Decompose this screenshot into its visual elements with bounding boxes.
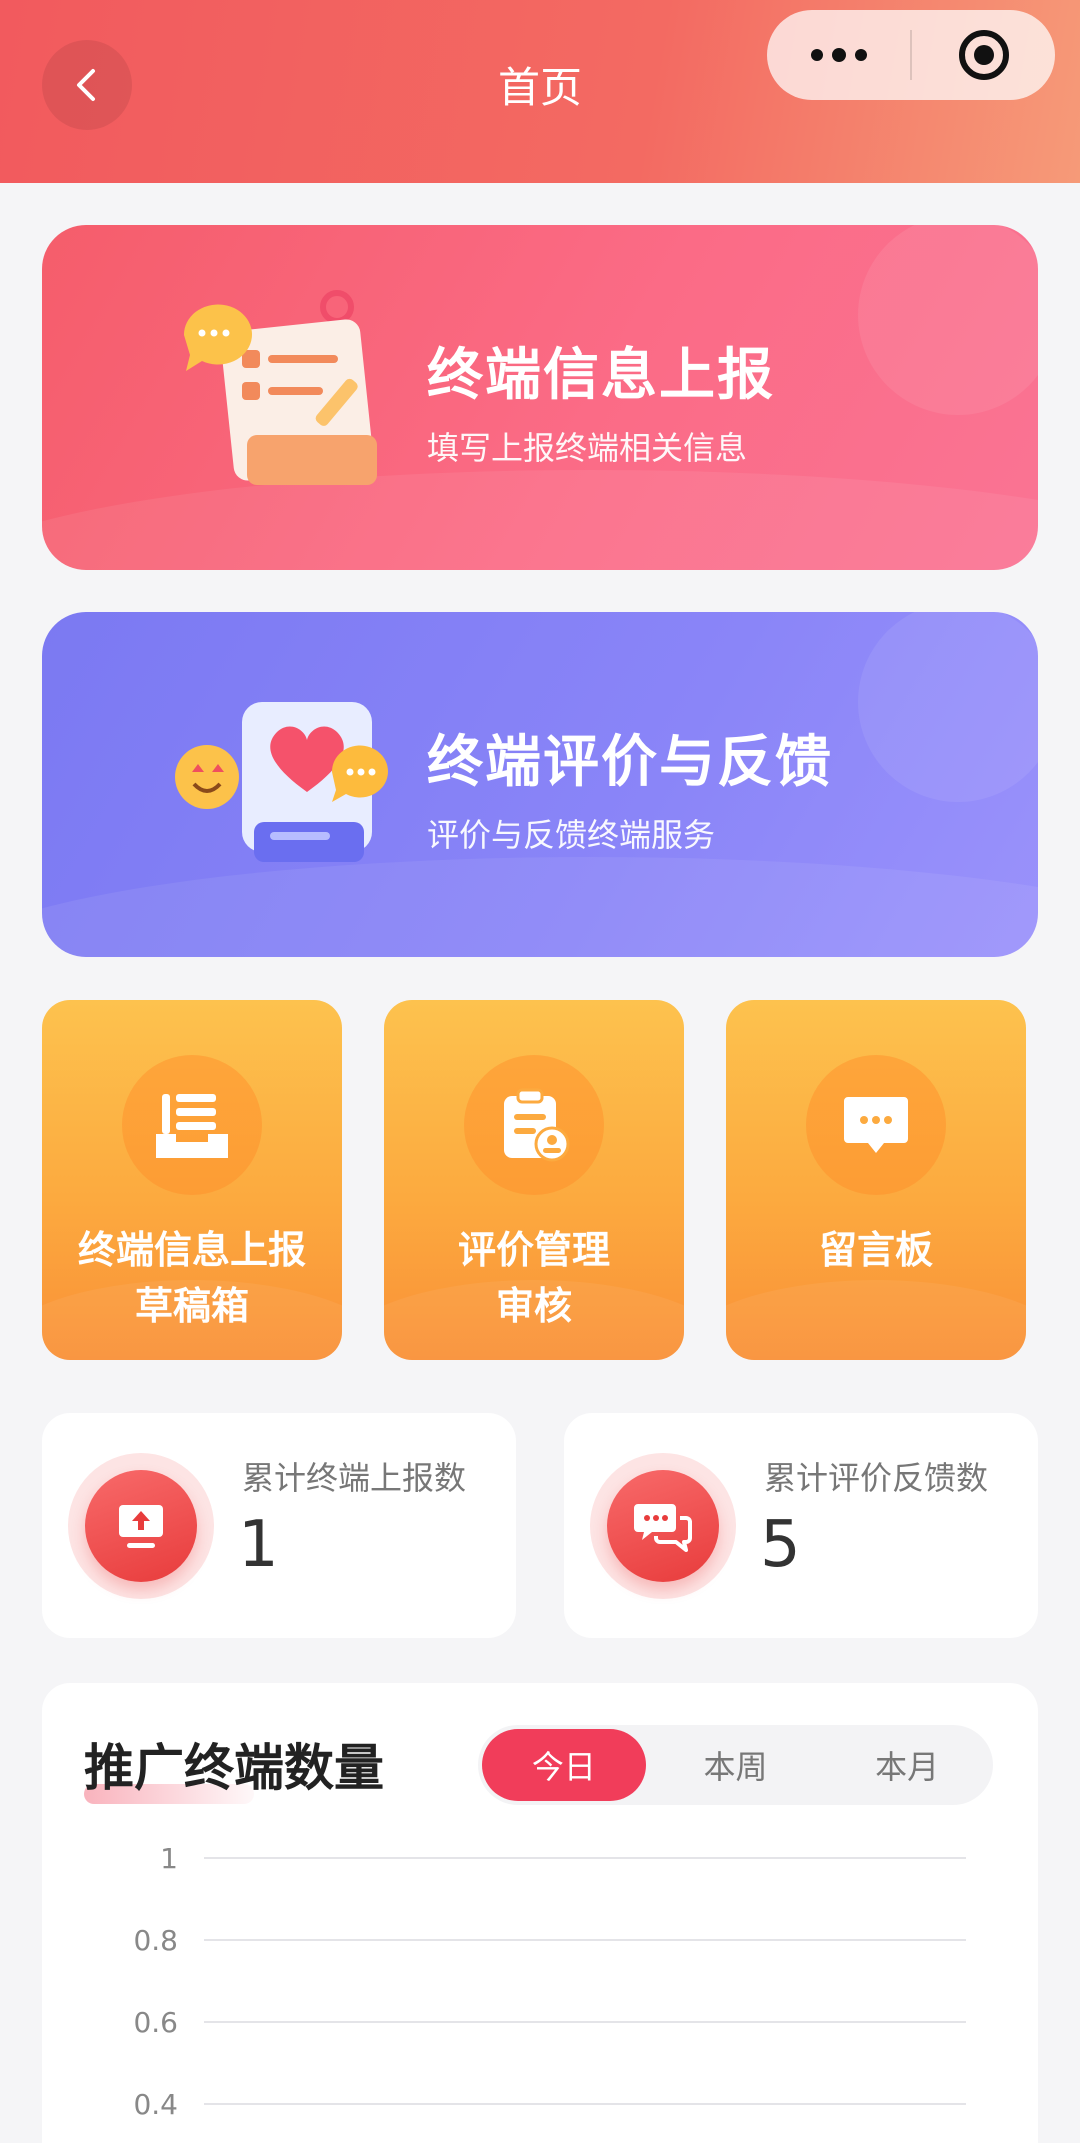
tile-label: 终端信息上报 草稿箱: [42, 1222, 342, 1334]
y-tick-label: 1: [160, 1842, 178, 1875]
tile-icon-circle: [806, 1055, 946, 1195]
y-tick-label: 0.6: [133, 2006, 178, 2039]
miniapp-capsule: [767, 10, 1055, 100]
stat-icon-wrap: [68, 1453, 214, 1599]
stat-value: 1: [238, 1508, 279, 1582]
tile-label: 留言板: [726, 1222, 1026, 1278]
line-chart: 1 0.8 0.6 0.4: [133, 1842, 966, 2121]
close-miniapp-button[interactable]: [912, 10, 1055, 100]
chart-title-wrap: 推广终端数量: [84, 1728, 384, 1804]
tab-week[interactable]: 本周: [654, 1729, 818, 1801]
tab-today[interactable]: 今日: [482, 1729, 646, 1801]
tile-label-line1: 评价管理: [457, 1228, 610, 1272]
stat-icon: [85, 1470, 197, 1582]
banner-subtitle: 评价与反馈终端服务: [427, 816, 716, 854]
target-close-icon: [958, 30, 1009, 80]
tile-label: 评价管理 审核: [384, 1222, 684, 1334]
stat-value: 5: [760, 1508, 801, 1582]
draft-box-tile[interactable]: 终端信息上报 草稿箱: [42, 1000, 342, 1360]
heart-feedback-illustration-icon: [175, 702, 388, 862]
tab-month[interactable]: 本月: [825, 1729, 989, 1801]
y-tick-label: 0.4: [133, 2088, 178, 2121]
nav-header: 首页: [0, 0, 1080, 183]
stat-card-feedback: 累计评价反馈数 5: [564, 1413, 1038, 1638]
inbox-icon: [156, 1094, 228, 1158]
review-management-tile[interactable]: 评价管理 审核: [384, 1000, 684, 1360]
y-tick-label: 0.8: [133, 1924, 178, 1957]
report-form-illustration-icon: [183, 290, 377, 485]
tile-icon-circle: [464, 1055, 604, 1195]
banner-decoration: [858, 225, 1038, 415]
more-button[interactable]: [767, 10, 910, 100]
period-tabs: 今日 本周 本月: [478, 1725, 993, 1805]
promotion-chart-card: 推广终端数量 今日 本周 本月 1 0.8 0.6 0.4: [42, 1683, 1038, 2143]
stat-icon-wrap: [590, 1453, 736, 1599]
terminal-report-banner[interactable]: 终端信息上报 填写上报终端相关信息: [42, 225, 1038, 570]
terminal-feedback-banner[interactable]: 终端评价与反馈 评价与反馈终端服务: [42, 612, 1038, 957]
tile-decoration: [726, 1280, 1026, 1360]
banner-decoration: [858, 612, 1038, 802]
chat-bubbles-icon: [634, 1504, 692, 1552]
tile-label-line2: 草稿箱: [134, 1284, 249, 1328]
tile-icon-circle: [122, 1055, 262, 1195]
message-board-icon: [844, 1097, 908, 1153]
tile-label-line1: 留言板: [818, 1228, 933, 1272]
more-dots-icon: [810, 48, 867, 62]
tile-label-line2: 审核: [495, 1284, 572, 1328]
stat-card-reports: 累计终端上报数 1: [42, 1413, 516, 1638]
message-board-tile[interactable]: 留言板: [726, 1000, 1026, 1360]
banner-title: 终端信息上报: [427, 343, 775, 408]
upload-monitor-icon: [119, 1505, 163, 1548]
chart-title: 推广终端数量: [84, 1739, 384, 1797]
tile-label-line1: 终端信息上报: [77, 1228, 306, 1272]
banner-subtitle: 填写上报终端相关信息: [427, 429, 748, 467]
stat-icon: [607, 1470, 719, 1582]
stat-label: 累计终端上报数: [242, 1459, 467, 1497]
clipboard-review-icon: [504, 1088, 570, 1162]
stat-label: 累计评价反馈数: [764, 1459, 989, 1497]
banner-title: 终端评价与反馈: [427, 730, 833, 795]
